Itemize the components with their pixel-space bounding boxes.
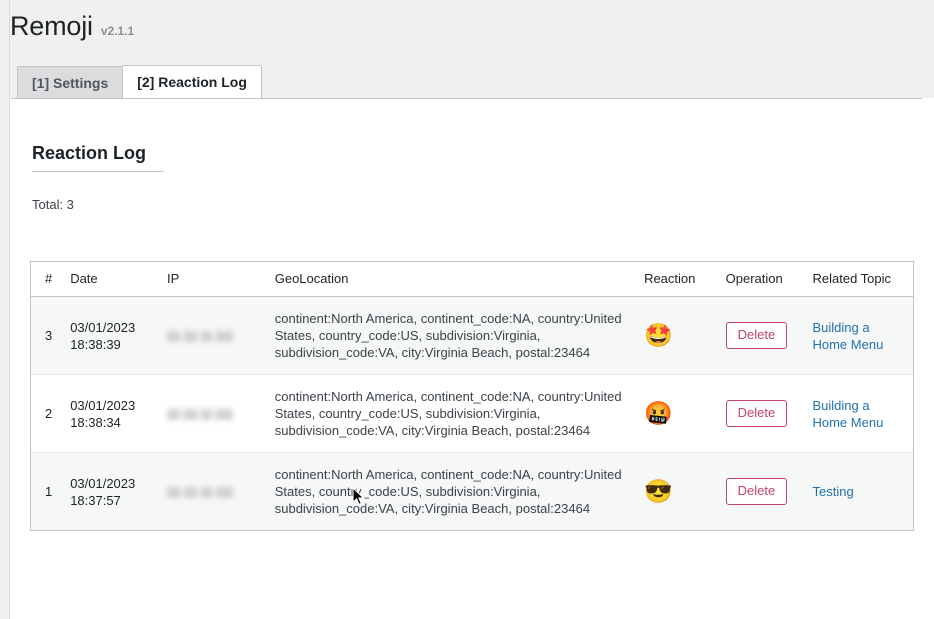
star-struck-emoji: 🤩 — [644, 324, 673, 347]
row-date: 03/01/2023 18:38:34 — [58, 375, 167, 453]
table-row: 3 03/01/2023 18:38:39 continent:North Am… — [31, 297, 913, 375]
tab-strip: [1] Settings [2] Reaction Log — [17, 66, 261, 98]
row-ip — [167, 453, 275, 531]
row-reaction: 🤬 — [644, 375, 726, 453]
column-header-date: Date — [58, 262, 167, 297]
row-date-day: 03/01/2023 — [70, 319, 167, 336]
version-label: v2.1.1 — [101, 24, 134, 38]
column-header-operation: Operation — [726, 262, 813, 297]
table-row: 2 03/01/2023 18:38:34 continent:North Am… — [31, 375, 913, 453]
cursing-face-emoji: 🤬 — [644, 402, 673, 425]
geolocation-text: continent:North America, continent_code:… — [275, 389, 622, 438]
row-geolocation: continent:North America, continent_code:… — [275, 297, 644, 375]
delete-button[interactable]: Delete — [726, 322, 788, 349]
content-area: Reaction Log Total: 3 # Date IP GeoLocat… — [11, 98, 922, 619]
row-operation: Delete — [726, 297, 813, 375]
redacted-ip-value — [167, 409, 255, 420]
row-topic: Building a Home Menu — [812, 297, 913, 375]
row-number: 2 — [31, 375, 58, 453]
geolocation-text: continent:North America, continent_code:… — [275, 467, 622, 516]
row-date: 03/01/2023 18:38:39 — [58, 297, 167, 375]
plugin-header: Remoji v2.1.1 — [10, 12, 134, 42]
row-date-time: 18:38:39 — [70, 336, 167, 353]
row-topic: Testing — [812, 453, 913, 531]
reaction-log-table-container: # Date IP GeoLocation Reaction Operation… — [30, 261, 914, 531]
column-header-num: # — [31, 262, 58, 297]
column-header-reaction: Reaction — [644, 262, 726, 297]
row-date-time: 18:37:57 — [70, 492, 167, 509]
redacted-ip-value — [167, 331, 255, 342]
reaction-log-table: # Date IP GeoLocation Reaction Operation… — [31, 262, 913, 530]
column-header-geo: GeoLocation — [275, 262, 644, 297]
table-header: # Date IP GeoLocation Reaction Operation… — [31, 262, 913, 297]
row-date-time: 18:38:34 — [70, 414, 167, 431]
table-row: 1 03/01/2023 18:37:57 continent:North Am… — [31, 453, 913, 531]
table-body: 3 03/01/2023 18:38:39 continent:North Am… — [31, 297, 913, 531]
row-ip — [167, 375, 275, 453]
panel-heading: Reaction Log — [32, 143, 164, 172]
related-topic-link[interactable]: Building a Home Menu — [812, 320, 883, 352]
row-reaction: 🤩 — [644, 297, 726, 375]
admin-left-rail — [0, 0, 10, 619]
row-date-day: 03/01/2023 — [70, 397, 167, 414]
row-geolocation: continent:North America, continent_code:… — [275, 375, 644, 453]
column-header-topic: Related Topic — [812, 262, 913, 297]
row-operation: Delete — [726, 453, 813, 531]
smiling-face-with-sunglasses-emoji: 😎 — [644, 480, 673, 503]
row-reaction: 😎 — [644, 453, 726, 531]
delete-button[interactable]: Delete — [726, 478, 788, 505]
row-number: 3 — [31, 297, 58, 375]
row-operation: Delete — [726, 375, 813, 453]
related-topic-link[interactable]: Testing — [812, 484, 853, 499]
geolocation-text: continent:North America, continent_code:… — [275, 311, 622, 360]
row-topic: Building a Home Menu — [812, 375, 913, 453]
redacted-ip-value — [167, 487, 255, 498]
column-header-ip: IP — [167, 262, 275, 297]
table-header-row: # Date IP GeoLocation Reaction Operation… — [31, 262, 913, 297]
delete-button[interactable]: Delete — [726, 400, 788, 427]
row-date-day: 03/01/2023 — [70, 475, 167, 492]
row-geolocation: continent:North America, continent_code:… — [275, 453, 644, 531]
related-topic-link[interactable]: Building a Home Menu — [812, 398, 883, 430]
row-ip — [167, 297, 275, 375]
total-count-label: Total: 3 — [32, 197, 74, 212]
tab-settings[interactable]: [1] Settings — [17, 66, 123, 98]
tab-reaction-log[interactable]: [2] Reaction Log — [122, 65, 262, 98]
page-title: Remoji — [10, 12, 93, 42]
row-number: 1 — [31, 453, 58, 531]
row-date: 03/01/2023 18:37:57 — [58, 453, 167, 531]
